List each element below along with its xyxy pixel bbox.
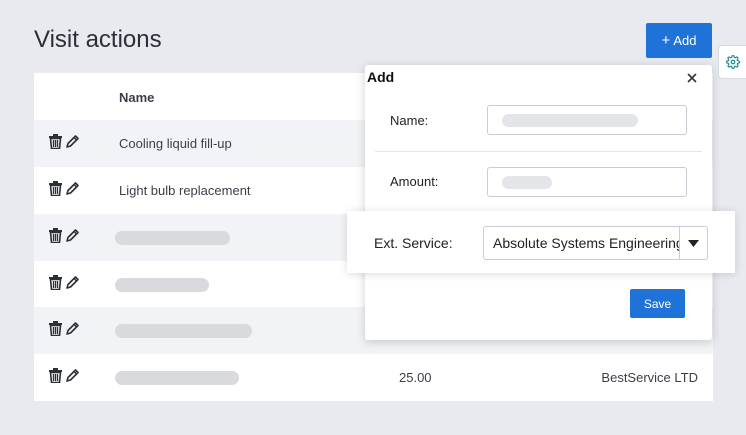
pencil-icon[interactable] xyxy=(65,228,80,243)
name-label: Name: xyxy=(390,113,429,128)
ext-service-value: Absolute Systems Engineering xyxy=(493,235,681,251)
pencil-icon[interactable] xyxy=(65,321,80,336)
name-placeholder xyxy=(115,324,252,338)
ext-service-select[interactable]: Absolute Systems Engineering xyxy=(483,226,708,260)
trash-icon[interactable] xyxy=(49,228,62,243)
ext-service-label: Ext. Service: xyxy=(374,235,453,251)
plus-icon: + xyxy=(661,32,671,49)
trash-icon[interactable] xyxy=(49,321,62,336)
ext-service-row: Ext. Service: Absolute Systems Engineeri… xyxy=(347,211,735,273)
row-name: Cooling liquid fill-up xyxy=(119,136,232,151)
name-input[interactable] xyxy=(487,105,687,135)
page-title: Visit actions xyxy=(34,26,162,53)
save-button[interactable]: Save xyxy=(630,289,685,318)
amount-label: Amount: xyxy=(390,174,439,189)
trash-icon[interactable] xyxy=(49,275,62,290)
pencil-icon[interactable] xyxy=(65,275,80,290)
row-ext-service: BestService LTD xyxy=(601,370,698,385)
input-placeholder xyxy=(502,114,638,127)
popup-title: Add xyxy=(367,69,395,85)
add-popup: Add Name: Amount: Save xyxy=(365,65,712,340)
name-placeholder xyxy=(115,278,209,292)
pencil-icon[interactable] xyxy=(65,134,80,149)
name-placeholder xyxy=(115,231,230,245)
pencil-icon[interactable] xyxy=(65,181,80,196)
pencil-icon[interactable] xyxy=(65,368,80,383)
input-placeholder xyxy=(502,176,552,189)
gear-icon xyxy=(725,55,740,69)
divider xyxy=(375,151,702,152)
row-amount: 25.00 xyxy=(399,370,432,385)
trash-icon[interactable] xyxy=(49,181,62,196)
add-button[interactable]: + Add xyxy=(646,23,712,58)
name-placeholder xyxy=(115,371,239,385)
amount-input[interactable] xyxy=(487,167,687,197)
row-name: Light bulb replacement xyxy=(119,183,251,198)
trash-icon[interactable] xyxy=(49,134,62,149)
settings-button[interactable] xyxy=(718,45,746,79)
table-row: 25.00 BestService LTD xyxy=(34,354,713,401)
add-button-label: Add xyxy=(673,33,697,48)
trash-icon[interactable] xyxy=(49,368,62,383)
column-header-name[interactable]: Name xyxy=(119,90,154,105)
chevron-down-icon[interactable] xyxy=(679,227,707,259)
close-icon[interactable] xyxy=(685,71,699,85)
